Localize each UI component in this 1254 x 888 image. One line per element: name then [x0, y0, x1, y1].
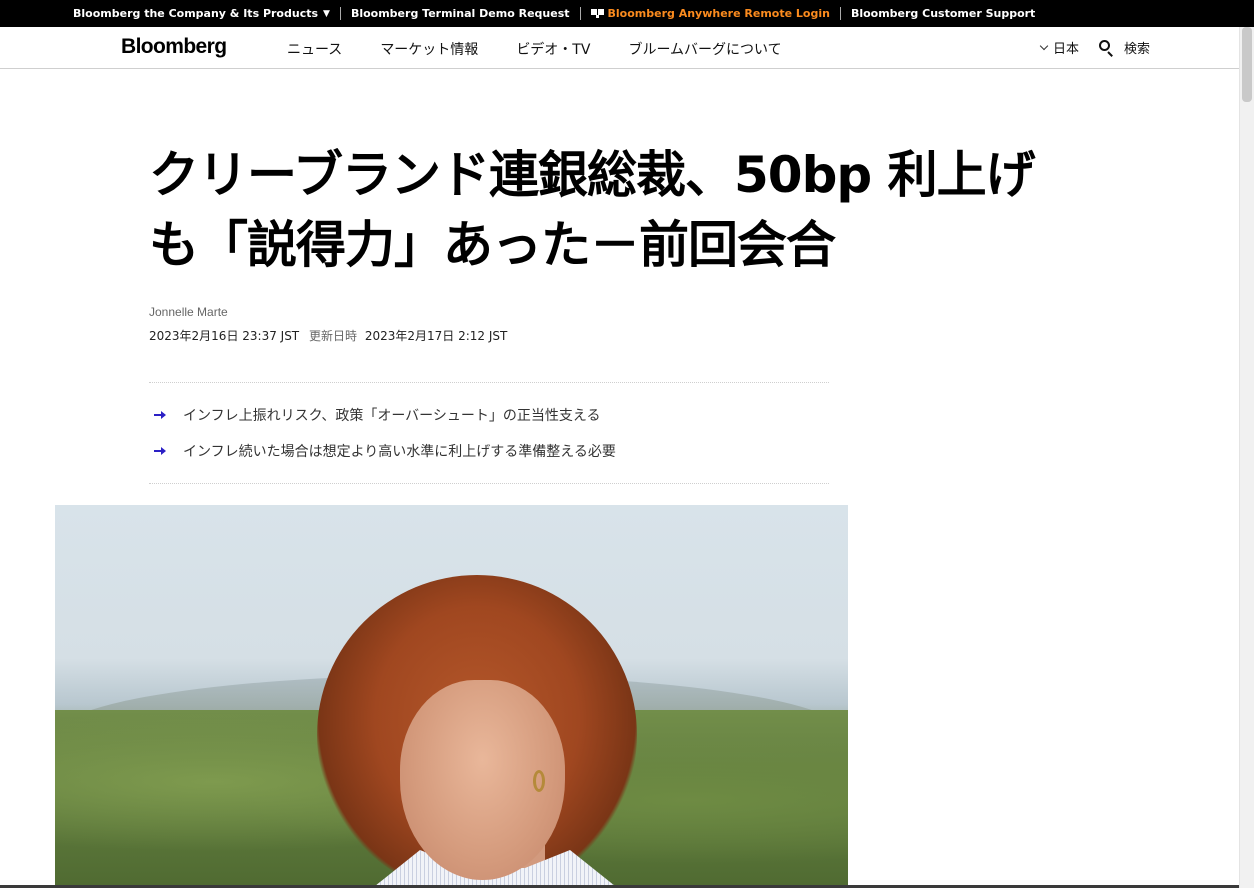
page-scrollbar[interactable]: [1239, 27, 1254, 888]
article-headline: クリーブランド連銀総裁、50bp 利上げも「説得力」あった－前回会合: [149, 146, 1036, 274]
article-dates: 2023年2月16日 23:37 JST 更新日時 2023年2月17日 2:1…: [149, 327, 507, 344]
company-products-menu[interactable]: Bloomberg the Company & Its Products ▼: [73, 7, 330, 20]
author-byline[interactable]: Jonnelle Marte: [149, 305, 228, 319]
nav-link-news[interactable]: ニュース: [287, 39, 342, 59]
nav-link-markets[interactable]: マーケット情報: [380, 39, 478, 59]
summary-item: インフレ上振れリスク、政策「オーバーシュート」の正当性支える: [149, 397, 829, 433]
caret-down-icon: ▼: [323, 8, 330, 19]
monitor-icon: [590, 9, 604, 18]
search-icon: [1099, 40, 1114, 57]
top-utility-bar: Bloomberg the Company & Its Products ▼ B…: [0, 0, 1254, 27]
summary-item: インフレ続いた場合は想定より高い水準に利上げする準備整える必要: [149, 433, 829, 469]
chevron-down-icon: [1039, 41, 1049, 50]
article-lead-photo: [55, 505, 848, 888]
divider: [579, 7, 581, 20]
updated-time: 2023年2月17日 2:12 JST: [364, 329, 508, 343]
divider: [839, 7, 841, 20]
main-navigation: Bloomberg ニュース マーケット情報 ビデオ・TV ブルームバーグについ…: [0, 27, 1254, 69]
company-products-label: Bloomberg the Company & Its Products: [73, 7, 319, 20]
bloomberg-logo[interactable]: Bloomberg: [121, 35, 227, 59]
nav-links: ニュース マーケット情報 ビデオ・TV ブルームバーグについて: [287, 39, 820, 59]
anywhere-login-label: Bloomberg Anywhere Remote Login: [607, 7, 830, 20]
customer-support-link[interactable]: Bloomberg Customer Support: [851, 7, 1035, 20]
article-summary: インフレ上振れリスク、政策「オーバーシュート」の正当性支える インフレ続いた場合…: [149, 382, 829, 484]
updated-label: 更新日時: [308, 329, 357, 343]
nav-link-video-tv[interactable]: ビデオ・TV: [516, 39, 590, 59]
nav-right: 日本 検索: [1037, 38, 1150, 57]
divider: [339, 7, 341, 20]
arrow-right-icon: [154, 411, 166, 419]
scrollbar-thumb[interactable]: [1242, 27, 1252, 102]
arrow-right-icon: [154, 447, 166, 455]
anywhere-login-link[interactable]: Bloomberg Anywhere Remote Login: [590, 7, 830, 20]
search-label: 検索: [1124, 42, 1151, 57]
terminal-demo-link[interactable]: Bloomberg Terminal Demo Request: [351, 7, 570, 20]
region-label: 日本: [1053, 42, 1080, 57]
region-selector[interactable]: 日本: [1037, 38, 1079, 57]
summary-text: インフレ上振れリスク、政策「オーバーシュート」の正当性支える: [183, 408, 601, 424]
published-time: 2023年2月16日 23:37 JST: [149, 329, 300, 343]
summary-text: インフレ続いた場合は想定より高い水準に利上げする準備整える必要: [183, 444, 616, 460]
search-button[interactable]: 検索: [1099, 38, 1150, 57]
nav-link-about[interactable]: ブルームバーグについて: [628, 39, 781, 59]
